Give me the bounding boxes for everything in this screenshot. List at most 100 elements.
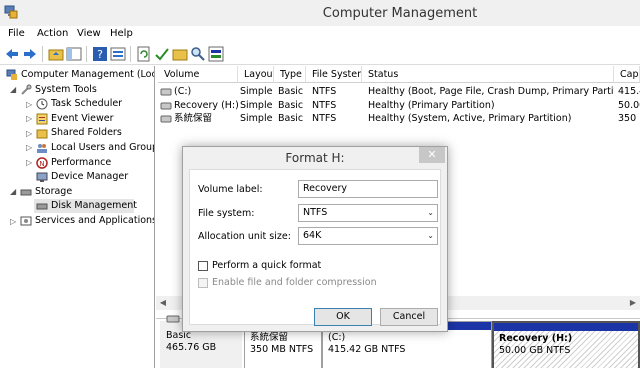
tree-label: Event Viewer bbox=[51, 113, 114, 124]
chevron-right-icon[interactable]: ▷ bbox=[26, 115, 34, 123]
forward-arrow-icon[interactable] bbox=[22, 46, 38, 62]
chevron-right-icon[interactable]: ▷ bbox=[26, 144, 34, 152]
back-arrow-icon[interactable] bbox=[4, 46, 20, 62]
tree-label: Disk Management bbox=[51, 200, 138, 211]
column-header-status[interactable]: Status bbox=[362, 66, 614, 83]
cell-layout: Simple bbox=[240, 113, 273, 124]
menu-bar: File Action View Help bbox=[0, 26, 640, 43]
help-icon[interactable]: ? bbox=[92, 46, 108, 62]
title-bar: Computer Management bbox=[0, 0, 640, 26]
toolbar-separator bbox=[42, 46, 43, 62]
tree-label: Task Scheduler bbox=[51, 98, 123, 109]
toolbar: ? bbox=[0, 43, 640, 65]
dialog-body: Volume label: Recovery File system: NTFS… bbox=[189, 169, 441, 326]
chevron-right-icon[interactable]: ▷ bbox=[26, 130, 34, 138]
allocation-unit-value: 64K bbox=[303, 230, 322, 241]
show-hide-tree-icon[interactable] bbox=[66, 46, 82, 62]
cell-file-system: NTFS bbox=[312, 100, 337, 111]
menu-help[interactable]: Help bbox=[110, 28, 133, 39]
cell-status: Healthy (Primary Partition) bbox=[368, 100, 495, 111]
drive-icon bbox=[160, 115, 172, 123]
drive-icon bbox=[160, 88, 172, 96]
column-header-file-system[interactable]: File System bbox=[306, 66, 362, 83]
partition-name: 系統保留 bbox=[250, 332, 289, 343]
tree-label: Shared Folders bbox=[51, 127, 122, 138]
open-folder-icon[interactable] bbox=[172, 46, 188, 62]
cell-type: Basic bbox=[278, 113, 304, 124]
cell-capacity: 350 M bbox=[618, 113, 640, 124]
computer-management-icon bbox=[6, 69, 17, 80]
file-system-value: NTFS bbox=[303, 207, 328, 218]
up-folder-icon[interactable] bbox=[48, 46, 64, 62]
volume-label-caption: Volume label: bbox=[198, 184, 263, 195]
console-tree: Computer Management (Local ◢ System Tool… bbox=[0, 66, 155, 368]
partition-name: Recovery (H:) bbox=[499, 333, 573, 344]
column-header-layout[interactable]: Layout bbox=[238, 66, 274, 83]
chevron-down-icon[interactable]: ◢ bbox=[10, 188, 18, 196]
allocation-unit-caption: Allocation unit size: bbox=[198, 231, 291, 242]
partition-detail: 350 MB NTFS bbox=[250, 344, 314, 355]
cell-layout: Simple bbox=[240, 100, 273, 111]
file-system-caption: File system: bbox=[198, 208, 255, 219]
column-header-type[interactable]: Type bbox=[274, 66, 306, 83]
cell-file-system: NTFS bbox=[312, 86, 337, 97]
quick-format-label: Perform a quick format bbox=[212, 260, 322, 271]
chevron-down-icon: ⌄ bbox=[427, 208, 434, 217]
compression-checkbox[interactable] bbox=[198, 278, 208, 288]
disk-icon bbox=[166, 315, 180, 323]
refresh-icon[interactable] bbox=[136, 46, 152, 62]
users-icon bbox=[37, 144, 47, 153]
tree-item-disk-management[interactable]: Disk Management bbox=[34, 199, 138, 213]
shared-folder-icon bbox=[36, 129, 48, 139]
chevron-right-icon[interactable]: ▷ bbox=[26, 101, 34, 109]
chevron-down-icon: ⌄ bbox=[427, 231, 434, 240]
file-system-select[interactable]: NTFS ⌄ bbox=[298, 204, 438, 222]
allocation-unit-select[interactable]: 64K ⌄ bbox=[298, 227, 438, 245]
table-row[interactable]: Recovery (H:) Simple Basic NTFS Healthy … bbox=[156, 99, 640, 113]
partition-recovery[interactable]: Recovery (H:) 50.00 GB NTFS bbox=[492, 321, 640, 368]
table-row[interactable]: 系統保留 Simple Basic NTFS Healthy (System, … bbox=[156, 112, 640, 126]
tree-label: Device Manager bbox=[51, 171, 129, 182]
cell-type: Basic bbox=[278, 86, 304, 97]
close-icon[interactable]: ✕ bbox=[419, 147, 445, 163]
chevron-down-icon[interactable]: ◢ bbox=[10, 86, 18, 94]
disk-view-icon[interactable] bbox=[208, 46, 224, 62]
chevron-right-icon[interactable]: ▷ bbox=[26, 159, 34, 167]
cell-capacity: 50.00 bbox=[618, 100, 640, 111]
cell-type: Basic bbox=[278, 100, 304, 111]
volume-label-input[interactable]: Recovery bbox=[298, 180, 438, 198]
chevron-right-icon[interactable]: ▷ bbox=[10, 218, 18, 226]
event-viewer-icon bbox=[36, 113, 48, 125]
tree-label: Services and Applications bbox=[35, 215, 155, 226]
menu-action[interactable]: Action bbox=[37, 28, 68, 39]
tree-label: System Tools bbox=[35, 84, 97, 95]
checkmark-icon[interactable] bbox=[154, 46, 170, 62]
menu-file[interactable]: File bbox=[8, 28, 25, 39]
tools-icon bbox=[21, 84, 32, 95]
device-manager-icon bbox=[36, 172, 48, 182]
scroll-left-icon[interactable]: ◀ bbox=[156, 296, 170, 310]
partition-detail: 415.42 GB NTFS bbox=[328, 344, 406, 355]
quick-format-checkbox[interactable] bbox=[198, 261, 208, 271]
window-title: Computer Management bbox=[322, 6, 478, 21]
properties-icon[interactable] bbox=[110, 46, 126, 62]
column-header-capacity[interactable]: Capa bbox=[614, 66, 640, 83]
tree-label: Computer Management (Local bbox=[21, 69, 155, 80]
cell-volume: (C:) bbox=[174, 86, 192, 97]
cell-layout: Simple bbox=[240, 86, 273, 97]
cell-volume: Recovery (H:) bbox=[174, 100, 239, 111]
menu-view[interactable]: View bbox=[77, 28, 101, 39]
cell-capacity: 415.4 bbox=[618, 86, 640, 97]
svg-text:?: ? bbox=[97, 48, 103, 61]
search-icon[interactable] bbox=[190, 46, 206, 62]
scroll-right-icon[interactable]: ▶ bbox=[626, 296, 640, 310]
disk-size: 465.76 GB bbox=[166, 342, 217, 353]
services-icon bbox=[20, 216, 32, 226]
column-header-volume[interactable]: Volume bbox=[158, 66, 238, 83]
toolbar-separator bbox=[130, 46, 131, 62]
toolbar-separator bbox=[86, 46, 87, 62]
partition-name: (C:) bbox=[328, 332, 346, 343]
cancel-button[interactable]: Cancel bbox=[380, 308, 438, 326]
table-row[interactable]: (C:) Simple Basic NTFS Healthy (Boot, Pa… bbox=[156, 85, 640, 99]
ok-button[interactable]: OK bbox=[314, 308, 372, 326]
